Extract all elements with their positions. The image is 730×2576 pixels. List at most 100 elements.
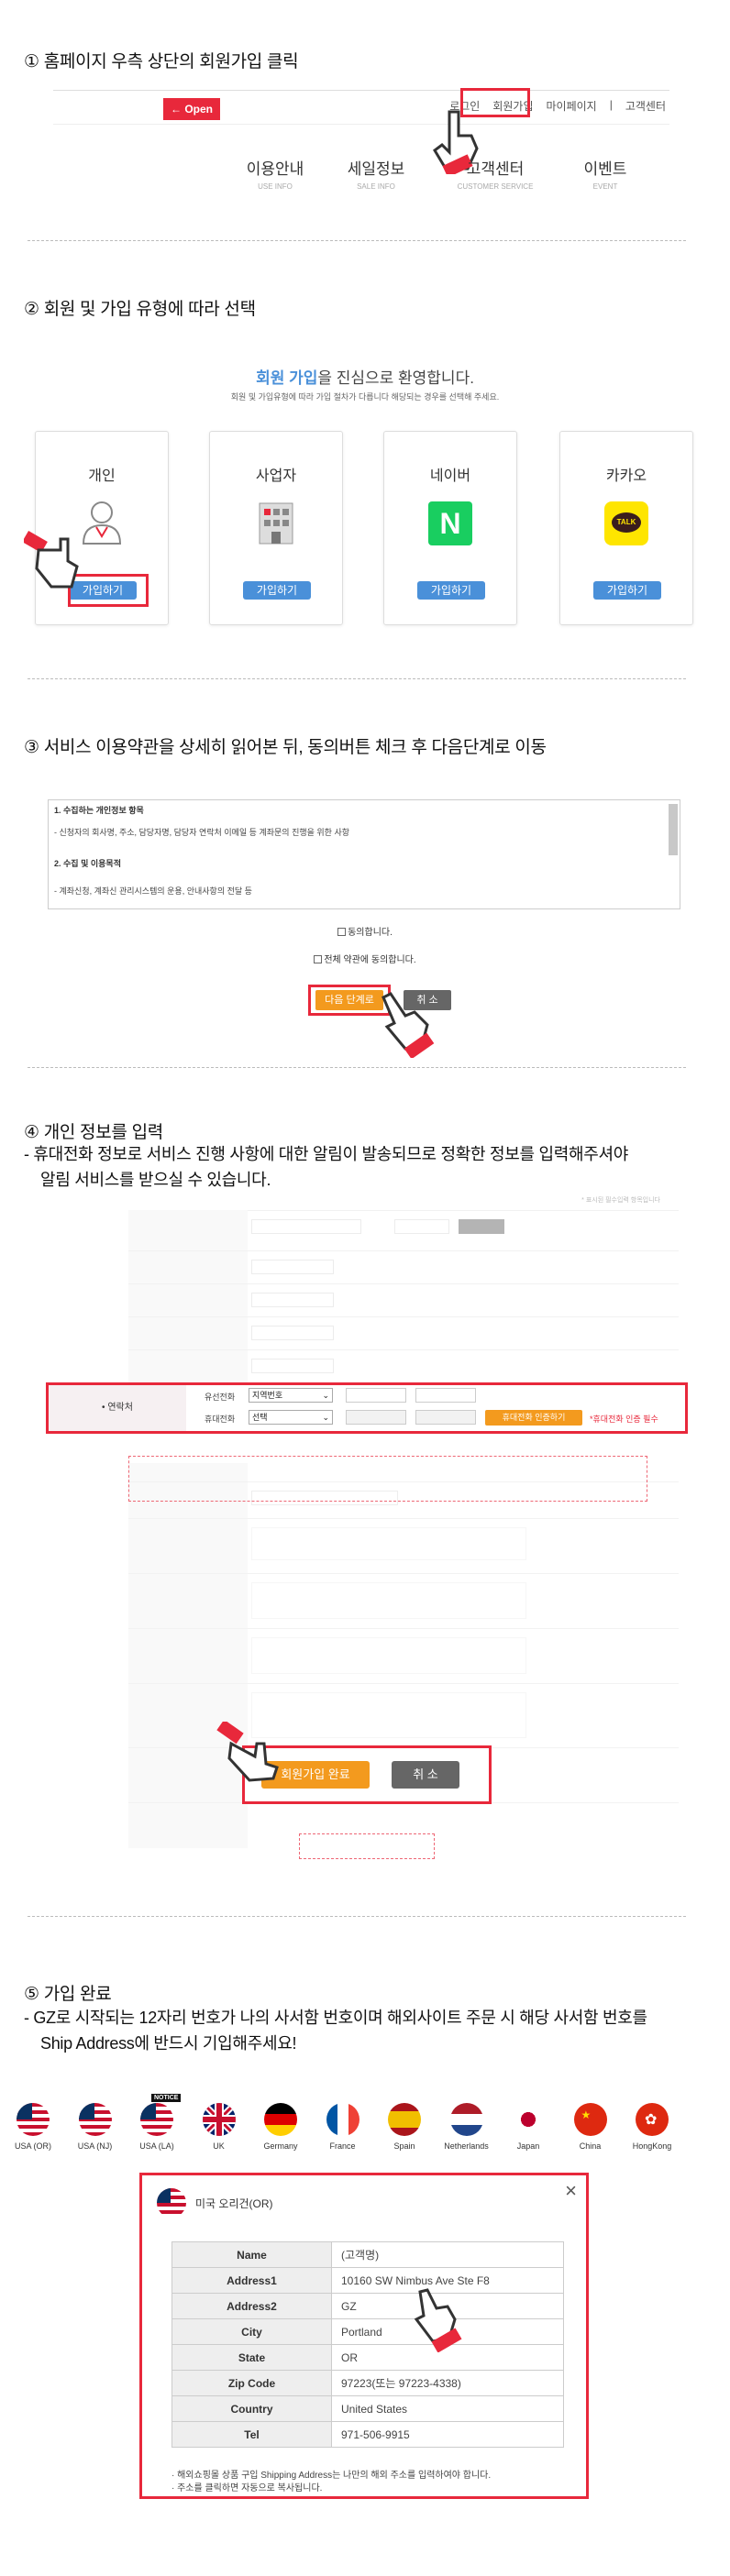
step5-desc2: Ship Address에 반드시 기입해주세요!: [40, 2034, 297, 2053]
address-value[interactable]: (고객명): [331, 2241, 564, 2268]
terms-box[interactable]: 1. 수집하는 개인정보 항목 - 신청자의 회사명, 주소, 담당자명, 담당…: [48, 799, 680, 909]
address-value[interactable]: United States: [331, 2395, 564, 2422]
nav-title: 세일정보: [347, 160, 405, 178]
open-tab[interactable]: ← Open: [163, 98, 220, 120]
flag-france-icon[interactable]: [326, 2103, 359, 2136]
card-kakao[interactable]: 카카오 TALK 가입하기: [559, 431, 693, 625]
terms-scrollbar[interactable]: [669, 804, 678, 855]
step5-title: ⑤ 가입 완료: [24, 1985, 112, 2004]
address-key: State: [171, 2344, 332, 2371]
flag-usa-icon[interactable]: [140, 2103, 173, 2136]
nav-title: 고객센터: [466, 160, 525, 178]
card-title: 네이버: [429, 468, 471, 484]
card-naver[interactable]: 네이버 N 가입하기: [383, 431, 517, 625]
chevron-down-icon: ⌄: [322, 1413, 329, 1422]
mobile-select-value: 선택: [252, 1413, 268, 1422]
step1-title: ① 홈페이지 우측 상단의 회원가입 클릭: [24, 52, 299, 72]
nav-sub: CUSTOMER SERVICE: [457, 182, 534, 191]
nav-item-customer[interactable]: 고객센터 CUSTOMER SERVICE: [440, 156, 550, 191]
mobile-mid-input[interactable]: [346, 1410, 406, 1425]
phone-area-select[interactable]: 지역번호 ⌄: [249, 1388, 333, 1403]
mobile-last-input[interactable]: [415, 1410, 476, 1425]
address-key: Address2: [171, 2293, 332, 2319]
address-note: · 주소를 클릭하면 자동으로 복사됩니다.: [171, 2483, 323, 2493]
country-label: Spain: [393, 2141, 415, 2151]
verify-phone-button[interactable]: 휴대전화 인증하기: [485, 1410, 582, 1426]
address-row: State OR: [171, 2344, 564, 2371]
country-label: Germany: [263, 2141, 298, 2151]
join-button-business[interactable]: 가입하기: [243, 581, 311, 600]
kakao-bubble: TALK: [612, 512, 641, 533]
address-note: · 해외쇼핑몰 상품 구입 Shipping Address는 나만의 해외 주…: [171, 2471, 492, 2481]
flag-germany-icon[interactable]: [264, 2103, 297, 2136]
country-label: Japan: [516, 2141, 540, 2151]
nav-item-sale[interactable]: 세일정보 SALE INFO: [330, 156, 422, 191]
divider: [28, 240, 686, 241]
open-label: Open: [184, 103, 213, 116]
required-note: * 표시된 필수입력 항목입니다: [581, 1197, 660, 1204]
country-label: USA (NJ): [77, 2141, 113, 2151]
address-table: Name (고객명) Address1 10160 SW Nimbus Ave Ste…: [171, 2241, 564, 2448]
phone-select-value: 지역번호: [252, 1391, 283, 1400]
agree-checkbox[interactable]: [337, 928, 347, 936]
mobile-prefix-select[interactable]: 선택 ⌄: [249, 1410, 333, 1425]
address-value[interactable]: 971-506-9915: [331, 2421, 564, 2448]
verify-note: *휴대전화 인증 필수: [590, 1415, 658, 1424]
country-label: UK: [213, 2141, 225, 2151]
phone-mid-input[interactable]: [346, 1388, 406, 1403]
flag-china-icon[interactable]: ★: [573, 2103, 607, 2136]
divider: [28, 1916, 686, 1917]
agree-row-1: 동의합니다.: [0, 924, 730, 938]
close-icon[interactable]: ×: [565, 2179, 577, 2203]
address-row: Tel 971-506-9915: [171, 2421, 564, 2448]
form-rows-top: [128, 1210, 679, 1393]
step3-title: ③ 서비스 이용약관을 상세히 읽어본 뒤, 동의버튼 체크 후 다음단계로 이…: [24, 738, 547, 757]
address-key: Name: [171, 2241, 332, 2268]
join-headline: 회원 가입을 진심으로 환영합니다.: [0, 365, 730, 388]
nav-item-event[interactable]: 이벤트 EVENT: [559, 156, 651, 191]
mypage-link[interactable]: 마이페이지: [547, 98, 597, 114]
faded-submit-box: [299, 1833, 435, 1859]
flag-spain-icon[interactable]: [388, 2103, 421, 2136]
address-value[interactable]: 97223(또는 97223-4338): [331, 2370, 564, 2396]
join-button-kakao[interactable]: 가입하기: [593, 581, 661, 600]
agree-all-checkbox[interactable]: [314, 955, 323, 963]
phone-label: 유선전화: [205, 1393, 236, 1402]
nav-title: 이벤트: [583, 160, 627, 178]
country-label: USA (LA): [139, 2141, 174, 2151]
support-link[interactable]: 고객센터: [625, 98, 666, 114]
notice-badge: NOTICE: [151, 2094, 182, 2102]
topbar: ← Open 로그인 회원가입 마이페이지 | 고객센터: [53, 90, 669, 125]
address-row: Country United States: [171, 2395, 564, 2422]
address-key: Address1: [171, 2267, 332, 2294]
flag-usa-icon[interactable]: [17, 2103, 50, 2136]
contact-label-cell: • 연락처: [49, 1385, 186, 1431]
flag-usa-icon[interactable]: [78, 2103, 112, 2136]
flag-japan-icon[interactable]: [512, 2103, 545, 2136]
flag-uk-icon[interactable]: [202, 2103, 236, 2136]
mobile-label: 휴대전화: [205, 1415, 236, 1424]
address-row: Zip Code 97223(또는 97223-4338): [171, 2370, 564, 2396]
pointer-hand-icon: [216, 1722, 279, 1782]
join-button-naver[interactable]: 가입하기: [417, 581, 485, 600]
address-title: 미국 오리건(OR): [195, 2197, 273, 2210]
card-business[interactable]: 사업자 가입하기: [209, 431, 343, 625]
kakao-icon: TALK: [604, 501, 648, 545]
address-key: Zip Code: [171, 2370, 332, 2396]
nav-item-use[interactable]: 이용안내 USE INFO: [229, 156, 321, 191]
flag-hongkong-icon[interactable]: ✿: [636, 2103, 669, 2136]
flag-netherlands-icon[interactable]: [449, 2103, 483, 2136]
address-row: Name (고객명): [171, 2241, 564, 2268]
form-cancel-button[interactable]: 취 소: [392, 1761, 459, 1789]
phone-last-input[interactable]: [415, 1388, 476, 1403]
terms-line: 1. 수집하는 개인정보 항목: [54, 806, 144, 815]
address-key: City: [171, 2318, 332, 2345]
terms-line: 2. 수집 및 이용목적: [54, 859, 121, 868]
headline-accent: 회원 가입: [256, 369, 318, 387]
faded-contact-box: [128, 1456, 647, 1502]
address-row: City Portland: [171, 2318, 564, 2345]
pointer-hand-icon: [382, 992, 435, 1058]
address-row: Address1 10160 SW Nimbus Ave Ste F8: [171, 2267, 564, 2294]
naver-icon: N: [428, 501, 472, 545]
nav-title: 이용안내: [246, 160, 304, 178]
